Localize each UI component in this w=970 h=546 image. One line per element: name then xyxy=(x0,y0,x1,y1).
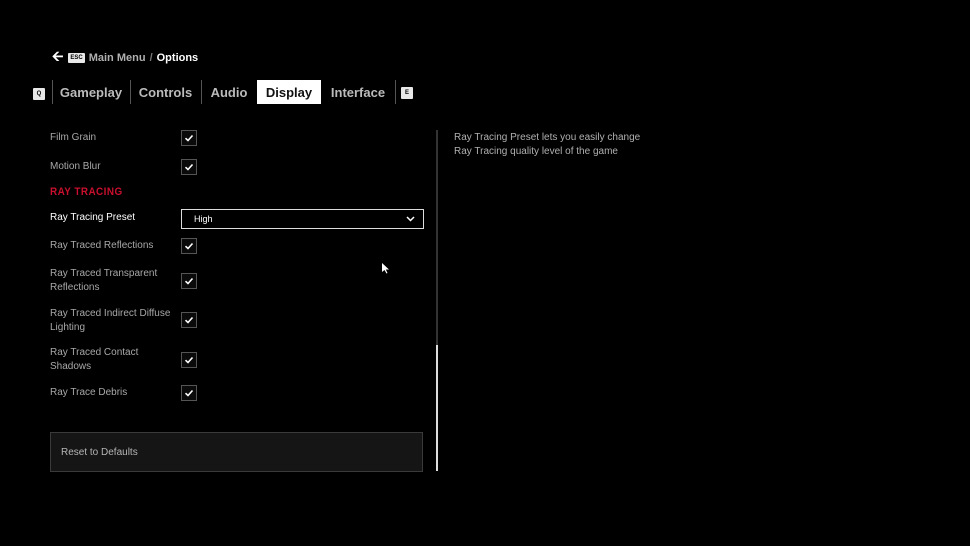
motion-blur-label: Motion Blur xyxy=(50,161,101,172)
esc-key-badge[interactable]: ESC xyxy=(68,53,85,63)
rt-indirect-diffuse-checkbox[interactable] xyxy=(181,312,197,328)
tab-divider xyxy=(201,80,202,104)
checkmark-icon xyxy=(184,277,194,285)
motion-blur-checkbox[interactable] xyxy=(181,159,197,175)
film-grain-checkbox[interactable] xyxy=(181,130,197,146)
setting-description: Ray Tracing Preset lets you easily chang… xyxy=(454,132,641,157)
chevron-down-icon xyxy=(406,216,415,222)
ray-tracing-preset-label: Ray Tracing Preset xyxy=(50,212,136,223)
film-grain-label: Film Grain xyxy=(50,132,97,143)
rt-debris-label: Ray Trace Debris xyxy=(50,387,128,398)
breadcrumb-current: Options xyxy=(156,52,199,64)
prev-tab-key-q[interactable]: Q xyxy=(33,88,45,100)
dropdown-value: High xyxy=(194,214,213,224)
tab-interface[interactable]: Interface xyxy=(323,80,393,104)
rt-indirect-diffuse-label: Ray Traced Indirect Diffuse Lighting xyxy=(50,308,171,333)
rt-reflections-label: Ray Traced Reflections xyxy=(50,240,154,251)
tab-gameplay[interactable]: Gameplay xyxy=(54,80,128,104)
breadcrumb-parent[interactable]: Main Menu xyxy=(89,52,146,64)
mouse-cursor-icon xyxy=(382,263,389,274)
rt-transparent-reflections-checkbox[interactable] xyxy=(181,273,197,289)
tab-divider xyxy=(395,80,396,104)
tab-divider xyxy=(52,80,53,104)
tab-divider xyxy=(130,80,131,104)
rt-reflections-checkbox[interactable] xyxy=(181,238,197,254)
checkmark-icon xyxy=(184,316,194,324)
checkmark-icon xyxy=(184,389,194,397)
checkmark-icon xyxy=(184,242,194,250)
tab-display[interactable]: Display xyxy=(257,80,321,104)
rt-contact-shadows-label: Ray Traced Contact Shadows xyxy=(50,347,139,372)
reset-to-defaults-button[interactable]: Reset to Defaults xyxy=(50,432,423,472)
checkmark-icon xyxy=(184,163,194,171)
rt-contact-shadows-checkbox[interactable] xyxy=(181,352,197,368)
scrollbar-thumb[interactable] xyxy=(436,345,438,471)
breadcrumb: 🡨 ESC Main Menu / Options xyxy=(52,48,199,66)
ray-tracing-section-header: RAY TRACING xyxy=(50,186,123,198)
ray-tracing-preset-dropdown[interactable]: High xyxy=(181,209,424,229)
checkmark-icon xyxy=(184,356,194,364)
tab-controls[interactable]: Controls xyxy=(132,80,199,104)
rt-transparent-reflections-label: Ray Traced Transparent Reflections xyxy=(50,268,158,293)
breadcrumb-separator: / xyxy=(149,52,153,64)
tab-audio[interactable]: Audio xyxy=(203,80,255,104)
checkmark-icon xyxy=(184,134,194,142)
back-arrow-icon[interactable]: 🡨 xyxy=(52,46,63,70)
rt-debris-checkbox[interactable] xyxy=(181,385,197,401)
next-tab-key-e[interactable]: E xyxy=(401,87,413,99)
